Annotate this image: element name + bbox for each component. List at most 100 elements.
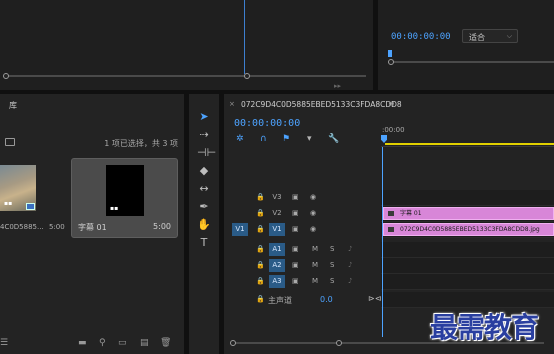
sequence-badge-icon — [26, 203, 35, 210]
mic-icon[interactable]: ♪ — [348, 277, 352, 285]
track-name[interactable]: V2 — [269, 207, 285, 220]
sync-lock-icon[interactable]: ▣ — [292, 277, 299, 285]
list-icon[interactable]: ☰ — [0, 338, 8, 348]
timeline-playhead-line[interactable] — [382, 147, 383, 337]
track-lane[interactable]: 字幕 01 — [381, 206, 554, 222]
timeline-timecode[interactable]: 00:00:00:00 — [234, 118, 300, 129]
mute-button[interactable]: M — [312, 261, 318, 269]
eye-icon[interactable]: ◉ — [310, 193, 316, 201]
mute-button[interactable]: M — [312, 245, 318, 253]
track-lane[interactable] — [381, 258, 554, 274]
playhead-marker[interactable] — [381, 135, 387, 143]
track-lane[interactable]: 072C9D4C0D5885EBED5133C3FDA8CDD8.jpg — [381, 222, 554, 238]
program-playhead-marker[interactable] — [388, 50, 392, 57]
sync-lock-icon[interactable]: ▣ — [292, 193, 299, 201]
source-patch[interactable]: V1 — [232, 223, 248, 236]
linked-selection-icon[interactable]: ⚑ — [282, 134, 290, 144]
master-volume-value[interactable]: 0.0 — [320, 295, 333, 304]
source-scroll-handle-left[interactable] — [3, 73, 9, 79]
razor-tool-icon[interactable]: ◆ — [197, 164, 211, 178]
export-frame-icon[interactable]: ▸▸ — [334, 82, 341, 90]
timeline-clip[interactable]: 字幕 01 — [383, 207, 554, 220]
source-playhead[interactable] — [244, 0, 245, 74]
clip-fx-icon — [388, 227, 394, 232]
new-item-icon[interactable]: ▤ — [140, 338, 149, 348]
type-tool-icon[interactable]: T — [197, 236, 211, 250]
eye-icon[interactable]: ◉ — [310, 225, 316, 233]
track-name[interactable]: V1 — [269, 223, 285, 236]
track-header: 🔒 主声道 0.0 ⊳⊲ — [224, 292, 381, 308]
close-icon[interactable]: × — [229, 100, 235, 108]
lock-icon[interactable]: 🔒 — [256, 261, 265, 269]
sync-lock-icon[interactable]: ▣ — [292, 225, 299, 233]
add-marker-icon[interactable]: ▾ — [307, 134, 312, 144]
ripple-edit-tool-icon[interactable]: ⊣⊢ — [197, 146, 216, 160]
clip-fx-icon — [388, 211, 394, 216]
title-item-duration: 5:00 — [153, 222, 171, 231]
wrench-icon[interactable]: 🔧 — [328, 134, 339, 144]
trash-icon[interactable]: 🗑 — [160, 338, 171, 348]
track-lane[interactable] — [381, 274, 554, 290]
pen-tool-icon[interactable]: ✒ — [197, 200, 211, 214]
clip-label: 072C9D4C0D5885EBED5133C3FDA8CDD8.jpg — [400, 226, 540, 233]
folder-icon[interactable]: ▭ — [118, 338, 127, 348]
slip-tool-icon[interactable]: ↔ — [197, 182, 211, 196]
solo-button[interactable]: S — [330, 245, 334, 253]
timeline-clip[interactable]: 072C9D4C0D5885EBED5133C3FDA8CDD8.jpg — [383, 223, 554, 236]
track-v2: 🔒 V2 ▣ ◉ 字幕 01 — [224, 206, 554, 222]
solo-button[interactable]: S — [330, 261, 334, 269]
lock-icon[interactable]: 🔒 — [256, 295, 265, 303]
fit-dropdown[interactable]: 适合 ⌵ — [462, 29, 518, 43]
track-name[interactable]: A3 — [269, 275, 285, 288]
watermark: 最需教育 — [430, 311, 539, 344]
lock-icon[interactable]: 🔒 — [256, 245, 265, 253]
hand-tool-icon[interactable]: ✋ — [197, 218, 211, 232]
program-scrub-bar[interactable] — [388, 61, 554, 63]
program-timecode[interactable]: 00:00:00:00 — [391, 32, 451, 42]
timeline-tab[interactable]: × 072C9D4C0D5885EBED5133C3FDA8CDD8 ≡ — [224, 94, 554, 112]
go-to-end-icon[interactable]: ⊳⊲ — [368, 294, 381, 303]
solo-button[interactable]: S — [330, 277, 334, 285]
track-select-tool-icon[interactable]: ⇢ — [197, 128, 211, 142]
panel-menu-icon[interactable]: ≡ — [388, 99, 395, 108]
sync-lock-icon[interactable]: ▣ — [292, 261, 299, 269]
track-lane[interactable] — [381, 190, 554, 206]
folder-icon[interactable] — [5, 138, 15, 146]
media-thumbnail[interactable]: ▪▪ — [0, 165, 36, 211]
lock-icon[interactable]: 🔒 — [256, 209, 265, 217]
nest-icon[interactable]: ✲ — [236, 134, 244, 144]
work-area-bar[interactable] — [385, 143, 554, 145]
bin-icon[interactable]: ▬ — [78, 338, 87, 348]
timeline-scroll-handle-left[interactable] — [230, 340, 236, 346]
lock-icon[interactable]: 🔒 — [256, 277, 265, 285]
media-item-name[interactable]: 4C0D5885... — [0, 223, 44, 231]
search-icon[interactable]: ⚲ — [99, 338, 106, 348]
lock-icon[interactable]: 🔒 — [256, 193, 265, 201]
title-item-card[interactable]: ▪▪ 字幕 01 5:00 — [71, 158, 178, 238]
sequence-name[interactable]: 072C9D4C0D5885EBED5133C3FDA8CDD8 — [241, 100, 402, 109]
source-scroll-handle-right[interactable] — [244, 73, 250, 79]
track-lane[interactable] — [381, 242, 554, 258]
sync-lock-icon[interactable]: ▣ — [292, 245, 299, 253]
source-scrollbar[interactable] — [0, 73, 373, 79]
track-name[interactable]: V3 — [269, 191, 285, 204]
program-monitor: 00:00:00:00 适合 ⌵ — [378, 0, 554, 90]
snap-icon[interactable]: ∩ — [260, 134, 267, 144]
mic-icon[interactable]: ♪ — [348, 261, 352, 269]
lock-icon[interactable]: 🔒 — [256, 225, 265, 233]
track-a1: 🔒 A1 ▣ M S ♪ — [224, 242, 554, 258]
project-footer: ☰ ▬ ⚲ ▭ ▤ 🗑 — [0, 337, 184, 349]
fit-dropdown-label: 适合 — [469, 33, 485, 42]
timeline-scroll-handle-right[interactable] — [336, 340, 342, 346]
program-scroll-handle[interactable] — [388, 59, 394, 65]
eye-icon[interactable]: ◉ — [310, 209, 316, 217]
time-ruler[interactable]: :00:00 — [381, 112, 554, 147]
mic-icon[interactable]: ♪ — [348, 245, 352, 253]
mute-button[interactable]: M — [312, 277, 318, 285]
track-name[interactable]: A1 — [269, 243, 285, 256]
source-scrollbar-track — [6, 75, 366, 77]
selection-tool-icon[interactable]: ➤ — [197, 110, 211, 124]
project-panel-title[interactable]: 库 — [9, 100, 17, 111]
sync-lock-icon[interactable]: ▣ — [292, 209, 299, 217]
track-name[interactable]: A2 — [269, 259, 285, 272]
